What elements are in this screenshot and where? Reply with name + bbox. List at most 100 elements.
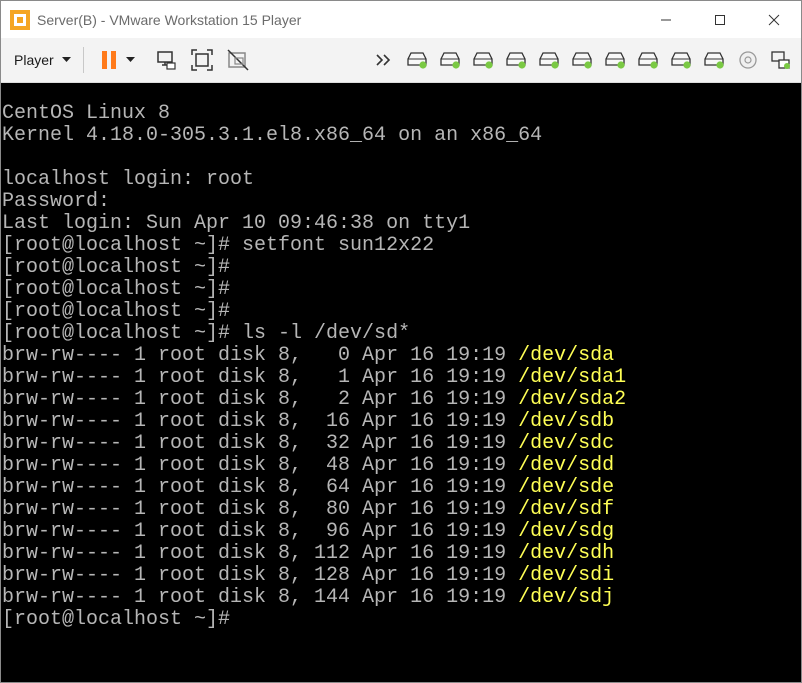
console-line: [root@localhost ~]#	[2, 300, 231, 323]
send-ctrl-alt-del-icon	[156, 51, 176, 70]
device-path: /dev/sdj	[518, 586, 615, 609]
hard-disk-icon	[670, 52, 691, 69]
hard-disk-icon	[538, 52, 559, 69]
minimize-button[interactable]	[639, 1, 693, 38]
cd-dvd-button[interactable]	[731, 45, 764, 75]
pause-icon	[101, 51, 116, 69]
send-ctrl-alt-del-button[interactable]	[148, 45, 184, 75]
device-path: /dev/sdh	[518, 542, 615, 565]
hard-disk-button[interactable]	[500, 45, 533, 75]
dropdown-caret-icon	[126, 57, 136, 62]
network-adapter-icon	[770, 51, 790, 69]
listing-row: brw-rw---- 1 root disk 8, 32 Apr 16 19:1…	[1, 433, 801, 455]
hard-disk-button[interactable]	[599, 45, 632, 75]
fit-guest-icon	[190, 49, 213, 71]
title-bar[interactable]: Server(B) - VMware Workstation 15 Player	[1, 1, 801, 38]
toolbar: Player	[1, 38, 801, 83]
listing-meta: brw-rw---- 1 root disk 8, 96 Apr 16 19:1…	[2, 520, 519, 543]
listing-row: brw-rw---- 1 root disk 8, 0 Apr 16 19:19…	[1, 345, 801, 367]
listing-meta: brw-rw---- 1 root disk 8, 2 Apr 16 19:19	[2, 388, 519, 411]
hard-disk-icon	[703, 52, 724, 69]
listing-row: brw-rw---- 1 root disk 8, 48 Apr 16 19:1…	[1, 455, 801, 477]
more-devices-button[interactable]	[368, 45, 401, 75]
listing-meta: brw-rw---- 1 root disk 8, 16 Apr 16 19:1…	[2, 410, 519, 433]
listing-row: brw-rw---- 1 root disk 8, 112 Apr 16 19:…	[1, 543, 801, 565]
device-path: /dev/sdf	[518, 498, 615, 521]
listing-row: brw-rw---- 1 root disk 8, 2 Apr 16 19:19…	[1, 389, 801, 411]
close-button[interactable]	[747, 1, 801, 38]
hard-disk-icon	[571, 52, 592, 69]
hard-disk-button[interactable]	[533, 45, 566, 75]
device-tray	[368, 38, 797, 82]
hard-disk-button[interactable]	[566, 45, 599, 75]
listing-row: brw-rw---- 1 root disk 8, 80 Apr 16 19:1…	[1, 499, 801, 521]
listing-row: brw-rw---- 1 root disk 8, 96 Apr 16 19:1…	[1, 521, 801, 543]
device-path: /dev/sda2	[518, 388, 627, 411]
listing-row: brw-rw---- 1 root disk 8, 64 Apr 16 19:1…	[1, 477, 801, 499]
console-line: [root@localhost ~]#	[2, 256, 231, 279]
hard-disk-icon	[406, 52, 427, 69]
device-path: /dev/sda1	[518, 366, 627, 389]
power-options-dropdown[interactable]	[122, 45, 140, 75]
unity-icon	[227, 49, 249, 71]
console-line: Password:	[2, 190, 111, 213]
hard-disk-button[interactable]	[434, 45, 467, 75]
pause-button[interactable]	[96, 45, 122, 75]
hard-disk-icon	[439, 52, 460, 69]
console-line: localhost login: root	[2, 168, 255, 191]
listing-meta: brw-rw---- 1 root disk 8, 144 Apr 16 19:…	[2, 586, 519, 609]
listing-meta: brw-rw---- 1 root disk 8, 128 Apr 16 19:…	[2, 564, 519, 587]
minimize-icon	[661, 19, 671, 20]
console-prompt[interactable]: [root@localhost ~]#	[1, 609, 801, 631]
listing-meta: brw-rw---- 1 root disk 8, 112 Apr 16 19:…	[2, 542, 519, 565]
listing-meta: brw-rw---- 1 root disk 8, 1 Apr 16 19:19	[2, 366, 519, 389]
fit-guest-button[interactable]	[184, 45, 220, 75]
guest-console[interactable]: CentOS Linux 8 Kernel 4.18.0-305.3.1.el8…	[1, 83, 801, 682]
cd-dvd-icon	[738, 51, 757, 69]
device-path: /dev/sde	[518, 476, 615, 499]
vmware-app-icon	[10, 9, 30, 30]
unity-button[interactable]	[220, 45, 256, 75]
hard-disk-button[interactable]	[665, 45, 698, 75]
listing-row: brw-rw---- 1 root disk 8, 1 Apr 16 19:19…	[1, 367, 801, 389]
network-adapter-button[interactable]	[764, 45, 797, 75]
hard-disk-button[interactable]	[467, 45, 500, 75]
device-path: /dev/sdd	[518, 454, 615, 477]
device-path: /dev/sdg	[518, 520, 615, 543]
listing-row: brw-rw---- 1 root disk 8, 16 Apr 16 19:1…	[1, 411, 801, 433]
listing-meta: brw-rw---- 1 root disk 8, 32 Apr 16 19:1…	[2, 432, 519, 455]
console-line: [root@localhost ~]# ls -l /dev/sd*	[2, 322, 411, 345]
console-line: Last login: Sun Apr 10 09:46:38 on tty1	[2, 212, 471, 235]
hard-disk-icon	[604, 52, 625, 69]
hard-disk-icon	[472, 52, 493, 69]
toolbar-divider	[82, 47, 84, 73]
console-line: Kernel 4.18.0-305.3.1.el8.x86_64 on an x…	[2, 124, 543, 147]
listing-meta: brw-rw---- 1 root disk 8, 64 Apr 16 19:1…	[2, 476, 519, 499]
device-path: /dev/sda	[518, 344, 615, 367]
console-line: [root@localhost ~]# setfont sun12x22	[2, 234, 435, 257]
listing-row: brw-rw---- 1 root disk 8, 144 Apr 16 19:…	[1, 587, 801, 609]
listing-meta: brw-rw---- 1 root disk 8, 48 Apr 16 19:1…	[2, 454, 519, 477]
device-path: /dev/sdc	[518, 432, 615, 455]
hard-disk-button[interactable]	[698, 45, 731, 75]
player-menu-label: Player	[14, 52, 54, 68]
listing-meta: brw-rw---- 1 root disk 8, 0 Apr 16 19:19	[2, 344, 519, 367]
device-path: /dev/sdb	[518, 410, 615, 433]
vmware-player-window: Server(B) - VMware Workstation 15 Player…	[0, 0, 802, 683]
device-path: /dev/sdi	[518, 564, 615, 587]
more-devices-icon	[375, 54, 390, 66]
listing-row: brw-rw---- 1 root disk 8, 128 Apr 16 19:…	[1, 565, 801, 587]
maximize-button[interactable]	[693, 1, 747, 38]
hard-disk-icon	[637, 52, 658, 69]
listing-meta: brw-rw---- 1 root disk 8, 80 Apr 16 19:1…	[2, 498, 519, 521]
player-menu-button[interactable]: Player	[14, 45, 71, 75]
maximize-icon	[715, 14, 725, 25]
console-line: [root@localhost ~]#	[2, 278, 231, 301]
hard-disk-button[interactable]	[401, 45, 434, 75]
close-icon	[768, 14, 780, 25]
console-line: CentOS Linux 8	[2, 102, 171, 125]
chevron-down-icon	[61, 57, 71, 62]
hard-disk-button[interactable]	[632, 45, 665, 75]
window-title: Server(B) - VMware Workstation 15 Player	[37, 11, 302, 28]
